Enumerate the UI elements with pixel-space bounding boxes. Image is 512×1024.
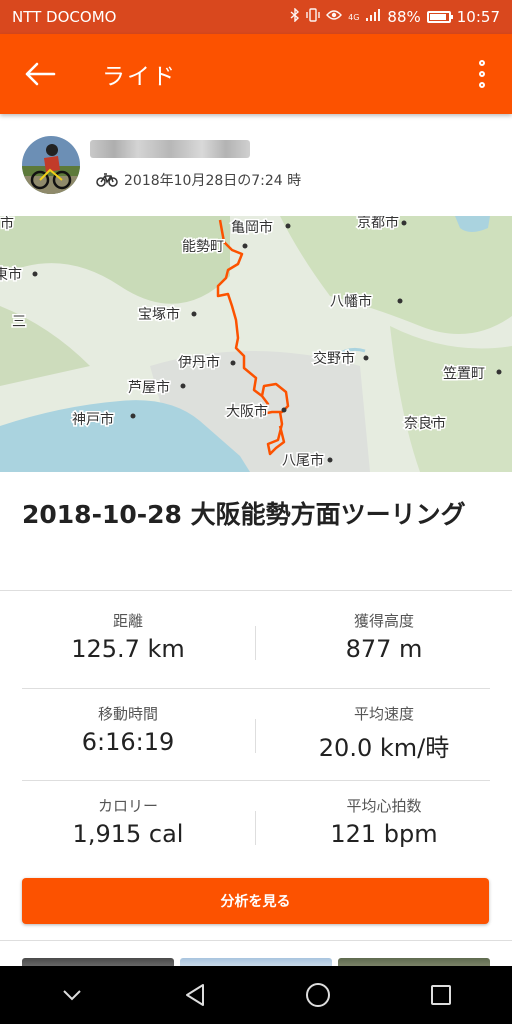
back-button[interactable] [0, 34, 80, 114]
map-label-kameoka: 亀岡市 [231, 219, 273, 236]
map-label-nose: 能勢町 [182, 239, 224, 255]
stat-label: 移動時間 [97, 705, 158, 723]
recents-square-icon [430, 985, 451, 1005]
stat-separator [255, 626, 256, 660]
more-options-button[interactable] [452, 34, 512, 114]
ride-title: 2018-10-28 大阪能勢方面ツーリング [22, 500, 466, 529]
stat-value: 121 bpm [330, 820, 438, 848]
network-type: 4G [348, 12, 360, 22]
map-label-left-top: 市 [0, 216, 14, 232]
stat-value: 125.7 km [71, 635, 185, 663]
divider [0, 590, 512, 591]
map-label-mi: 三 [12, 314, 26, 330]
carrier-label: NTT DOCOMO [12, 8, 117, 26]
stat-distance: 距離 125.7 km [0, 610, 256, 663]
page-title: ライド [102, 64, 177, 90]
stat-row-divider [22, 780, 490, 781]
map-label-kasagi: 笠置町 [443, 366, 485, 382]
athlete-info: 2018年10月28日の7:24 時 [90, 140, 301, 190]
stat-value: 6:16:19 [81, 728, 175, 756]
map-label-nara: 奈良市 [404, 415, 446, 432]
bluetooth-icon [290, 7, 300, 26]
eye-icon [326, 9, 343, 25]
stat-label: 距離 [112, 612, 143, 630]
stat-value: 877 m [345, 635, 423, 663]
stat-separator [255, 719, 256, 753]
status-icons: 4G 88% 10:57 [290, 7, 500, 26]
stat-calories: カロリー 1,915 cal [0, 795, 256, 848]
stat-value: 20.0 km/時 [318, 734, 450, 762]
activity-meta: 2018年10月28日の7:24 時 [96, 170, 301, 190]
stat-moving-time: 移動時間 6:16:19 [0, 703, 256, 756]
athlete-name-blurred[interactable] [90, 140, 250, 158]
signal-icon [365, 8, 381, 26]
divider [0, 940, 512, 941]
route-map[interactable]: 亀岡市 京都市 能勢町 東市 市 三 宝塚市 八幡市 伊丹市 交野市 芦屋市 笠… [0, 216, 512, 472]
stat-elevation: 獲得高度 877 m [256, 610, 512, 663]
hide-nav-button[interactable] [42, 966, 102, 1024]
stat-separator [255, 811, 256, 845]
map-label-ashiya: 芦屋市 [128, 379, 170, 396]
athlete-header: 2018年10月28日の7:24 時 [0, 114, 512, 216]
nav-back-button[interactable] [165, 966, 225, 1024]
stat-label: カロリー [97, 797, 158, 815]
map-label-kobe: 神戸市 [72, 411, 114, 428]
stat-value: 1,915 cal [72, 820, 184, 848]
activity-date: 2018年10月28日の7:24 時 [124, 173, 302, 189]
nav-recents-button[interactable] [411, 966, 471, 1024]
system-nav-bar [0, 966, 512, 1024]
map-label-itami: 伊丹市 [178, 354, 220, 371]
clock: 10:57 [456, 8, 500, 26]
status-bar: NTT DOCOMO 4G 88% 10:57 [0, 0, 512, 34]
more-vertical-icon [479, 60, 485, 66]
app-bar: ライド [0, 34, 512, 114]
stat-label: 平均速度 [353, 705, 414, 723]
map-label-katano: 交野市 [313, 350, 355, 367]
map-label-yawata: 八幡市 [330, 293, 372, 310]
arrow-left-icon [25, 62, 56, 86]
vibrate-icon [306, 8, 320, 26]
map-label-osaka: 大阪市 [226, 403, 268, 420]
stat-avg-speed: 平均速度 20.0 km/時 [256, 703, 512, 763]
nav-home-button[interactable] [288, 966, 348, 1024]
map-label-higashi: 東市 [0, 266, 22, 283]
view-analysis-button[interactable]: 分析を見る [22, 878, 489, 924]
map-label-takarazuka: 宝塚市 [138, 306, 180, 323]
avatar[interactable] [22, 136, 80, 194]
home-circle-icon [305, 983, 330, 1007]
battery-percent: 88% [387, 8, 421, 26]
map-label-yao: 八尾市 [282, 452, 324, 469]
back-triangle-icon [185, 984, 204, 1006]
stat-row-divider [22, 688, 490, 689]
stat-avg-heart-rate: 平均心拍数 121 bpm [256, 795, 512, 848]
chevron-down-icon [62, 990, 81, 1001]
battery-icon [426, 11, 453, 23]
stat-label: 獲得高度 [353, 612, 414, 630]
stat-label: 平均心拍数 [346, 797, 422, 815]
map-label-kyoto: 京都市 [357, 216, 399, 231]
bike-icon [96, 173, 118, 187]
